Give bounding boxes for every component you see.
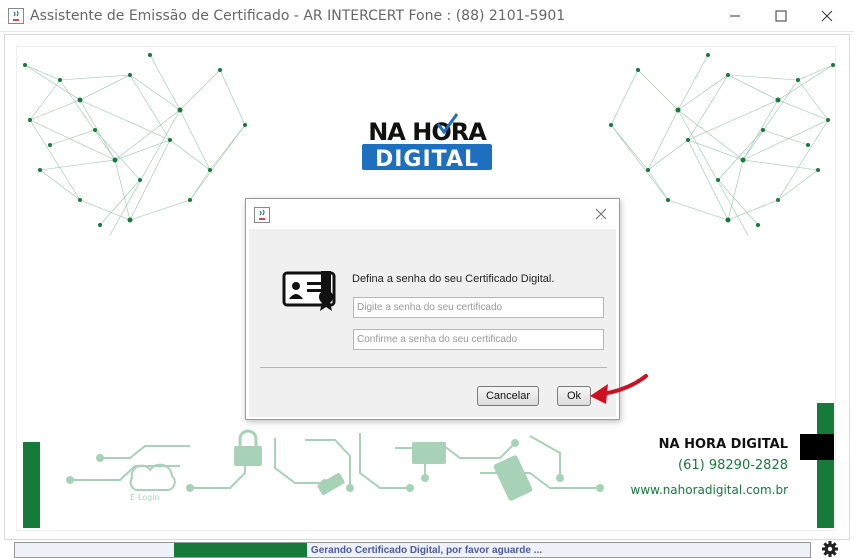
dialog-title-bar	[246, 199, 619, 229]
logo-text-top: NA HORA	[368, 118, 487, 146]
company-info: NA HORA DIGITAL (61) 98290-2828 www.naho…	[631, 437, 788, 497]
circuit-decoration: E-Login	[66, 429, 604, 502]
cancel-button[interactable]: Cancelar	[477, 386, 539, 406]
minimize-icon	[730, 15, 740, 17]
dialog-close-icon[interactable]	[593, 206, 609, 222]
title-bar: Assistente de Emissão de Certificado - A…	[0, 0, 854, 32]
gear-icon[interactable]	[821, 540, 839, 558]
maximize-button[interactable]	[758, 0, 804, 32]
dialog-prompt: Defina a senha do seu Certificado Digita…	[352, 273, 555, 285]
password-field[interactable]: Digite a senha do seu certificado	[353, 297, 604, 318]
password-dialog: Defina a senha do seu Certificado Digita…	[245, 198, 620, 420]
network-graphic-right	[609, 53, 835, 236]
black-accent-block	[800, 434, 834, 460]
ok-button[interactable]: Ok	[557, 386, 591, 406]
na-hora-digital-logo: NA HORA DIGITAL	[362, 113, 492, 172]
progress-bar: Gerando Certificado Digital, por favor a…	[14, 542, 811, 558]
usb-token-icon	[317, 473, 345, 495]
status-text: Gerando Certificado Digital, por favor a…	[310, 545, 543, 556]
cloud-icon	[129, 463, 176, 491]
lock-icon	[234, 429, 262, 466]
logo-text-bottom: DIGITAL	[375, 147, 479, 172]
company-website: www.nahoradigital.com.br	[630, 483, 788, 497]
confirm-password-field[interactable]: Confirme a senha do seu certificado	[353, 329, 604, 350]
company-name: NA HORA DIGITAL	[658, 437, 788, 452]
id-card-icon	[412, 442, 446, 464]
java-app-icon	[254, 207, 270, 223]
certificate-icon	[282, 271, 336, 311]
close-icon	[821, 10, 833, 22]
minimize-button[interactable]	[712, 0, 758, 32]
dialog-body: Defina a senha do seu Certificado Digita…	[249, 229, 616, 417]
green-accent-bar-left	[23, 442, 40, 528]
phone-icon	[493, 455, 533, 501]
java-app-icon	[8, 8, 24, 24]
green-accent-bar-right	[817, 403, 834, 528]
circuit-e-login-label: E-Login	[130, 493, 160, 502]
maximize-icon	[775, 10, 787, 22]
close-button[interactable]	[804, 0, 850, 32]
red-arrow-icon	[590, 374, 648, 404]
network-graphic-left	[23, 53, 247, 236]
dialog-separator	[260, 367, 607, 368]
company-phone: (61) 98290-2828	[678, 458, 788, 473]
window-title: Assistente de Emissão de Certificado - A…	[30, 8, 566, 24]
